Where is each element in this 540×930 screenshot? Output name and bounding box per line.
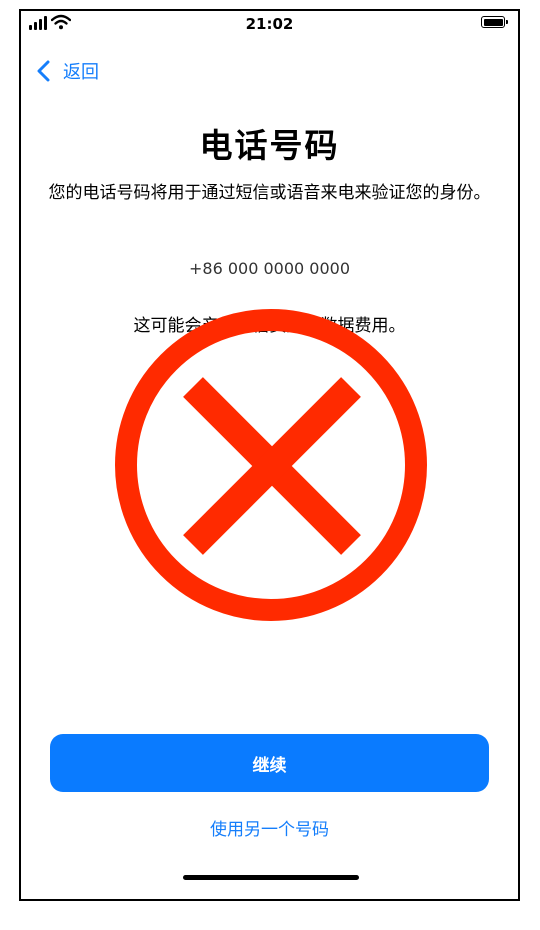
battery-icon	[481, 16, 508, 28]
phone-screen: 21:02 返回 电话号码 您的电话号码将用于通过短信或语音来电来验证您的身份。…	[19, 9, 520, 901]
phone-number-text: +86 000 0000 0000	[189, 259, 350, 278]
back-label: 返回	[63, 62, 99, 83]
home-indicator[interactable]	[183, 875, 359, 880]
red-x-circle-icon	[115, 309, 427, 621]
back-button[interactable]: 返回	[35, 57, 99, 85]
chevron-left-icon	[37, 60, 50, 82]
continue-button[interactable]: 继续	[50, 734, 489, 792]
page-description: 您的电话号码将用于通过短信或语音来电来验证您的身份。	[48, 183, 491, 203]
status-bar: 21:02	[21, 11, 518, 37]
status-time: 21:02	[245, 15, 294, 33]
page-title: 电话号码	[199, 126, 340, 165]
use-another-number-link[interactable]: 使用另一个号码	[21, 815, 518, 840]
